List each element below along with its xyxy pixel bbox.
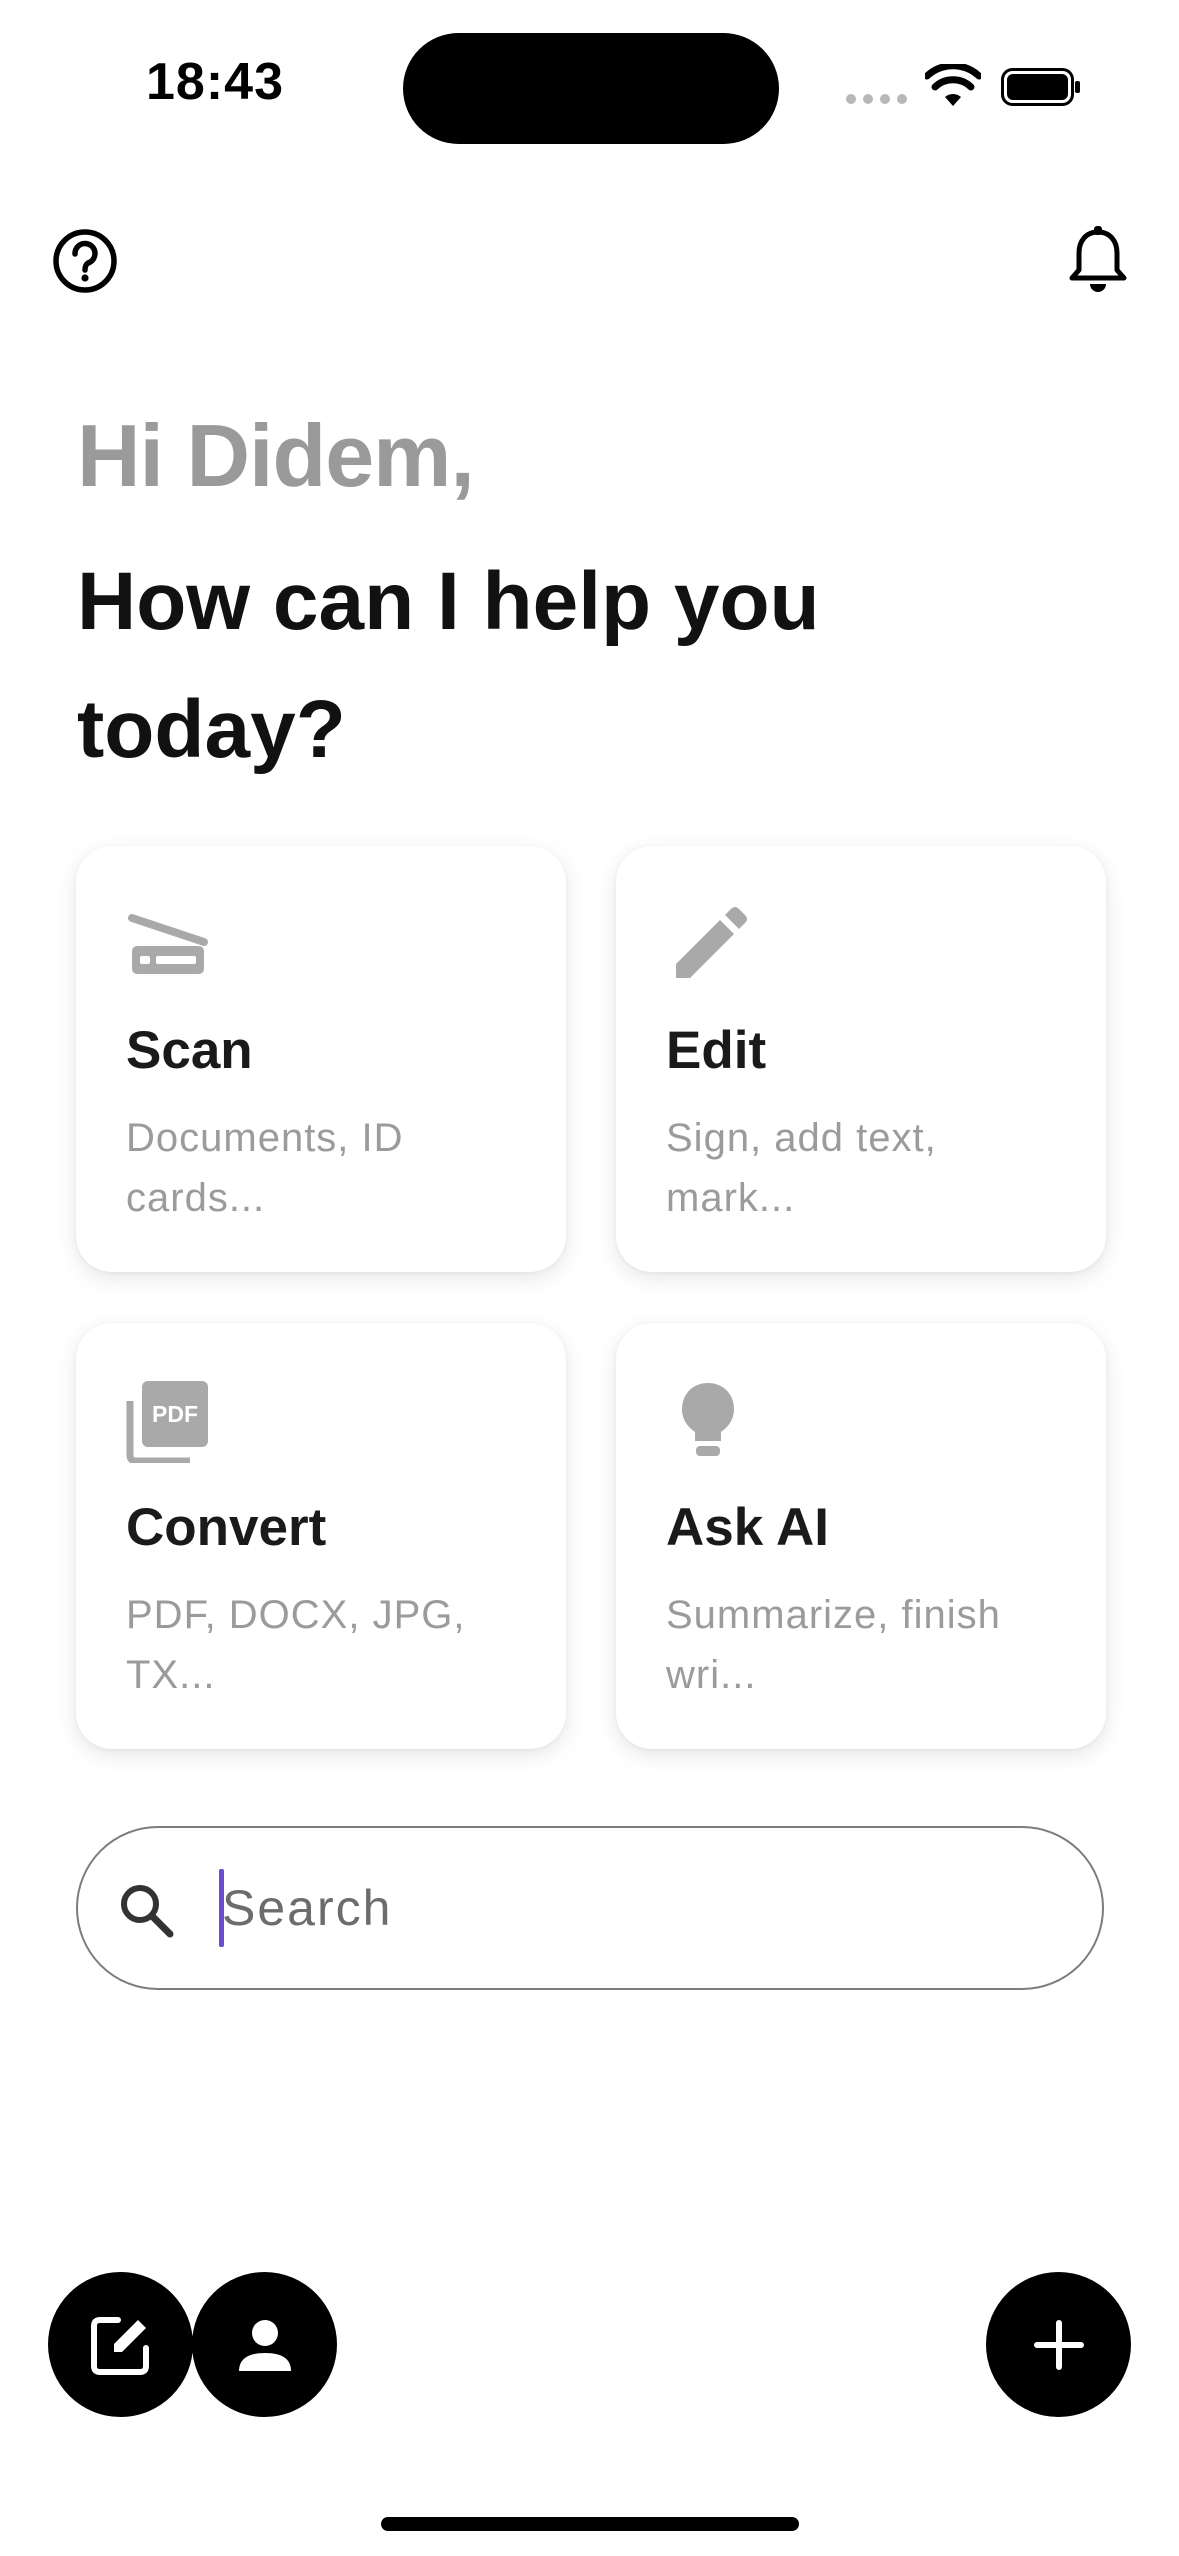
scan-card-description: Documents, ID cards... <box>126 1116 404 1220</box>
add-button[interactable] <box>986 2272 1131 2417</box>
search-icon <box>121 1885 174 1938</box>
edit-note-icon <box>90 2316 149 2375</box>
wifi-icon <box>925 64 981 106</box>
plus-icon <box>1033 2319 1084 2370</box>
battery-icon <box>1001 68 1080 106</box>
greeting-text: Hi Didem, <box>77 406 475 505</box>
pdf-icon: PDF <box>126 1381 208 1463</box>
edit-note-button[interactable] <box>48 2272 193 2417</box>
cellular-signal-icon <box>846 94 907 104</box>
help-icon[interactable] <box>52 228 118 294</box>
headline-text: How can I help you today? <box>77 556 820 775</box>
home-indicator <box>381 2517 799 2531</box>
status-time: 18:43 <box>146 53 284 111</box>
scan-card[interactable]: Scan Documents, ID cards... <box>76 846 566 1272</box>
text-cursor <box>219 1869 224 1947</box>
ask-ai-card-title: Ask AI <box>666 1498 829 1557</box>
scan-card-title: Scan <box>126 1021 253 1080</box>
person-icon <box>238 2319 291 2371</box>
profile-button[interactable] <box>192 2272 337 2417</box>
lightbulb-icon <box>682 1383 734 1456</box>
edit-card-description: Sign, add text, mark... <box>666 1116 937 1220</box>
edit-card-title: Edit <box>666 1021 767 1080</box>
dynamic-island <box>403 33 779 144</box>
convert-card-title: Convert <box>126 1498 327 1557</box>
ask-ai-card-description: Summarize, finish wri... <box>666 1593 1001 1697</box>
svg-text:PDF: PDF <box>152 1401 198 1427</box>
pencil-icon <box>676 907 747 978</box>
edit-card[interactable]: Edit Sign, add text, mark... <box>616 846 1106 1272</box>
scanner-icon <box>128 914 208 974</box>
notification-bell-icon[interactable] <box>1066 226 1130 296</box>
search-input[interactable] <box>222 1866 1062 1950</box>
ask-ai-card[interactable]: Ask AI Summarize, finish wri... <box>616 1323 1106 1749</box>
convert-card-description: PDF, DOCX, JPG, TX... <box>126 1593 466 1697</box>
convert-card[interactable]: PDF Convert PDF, DOCX, JPG, TX... <box>76 1323 566 1749</box>
